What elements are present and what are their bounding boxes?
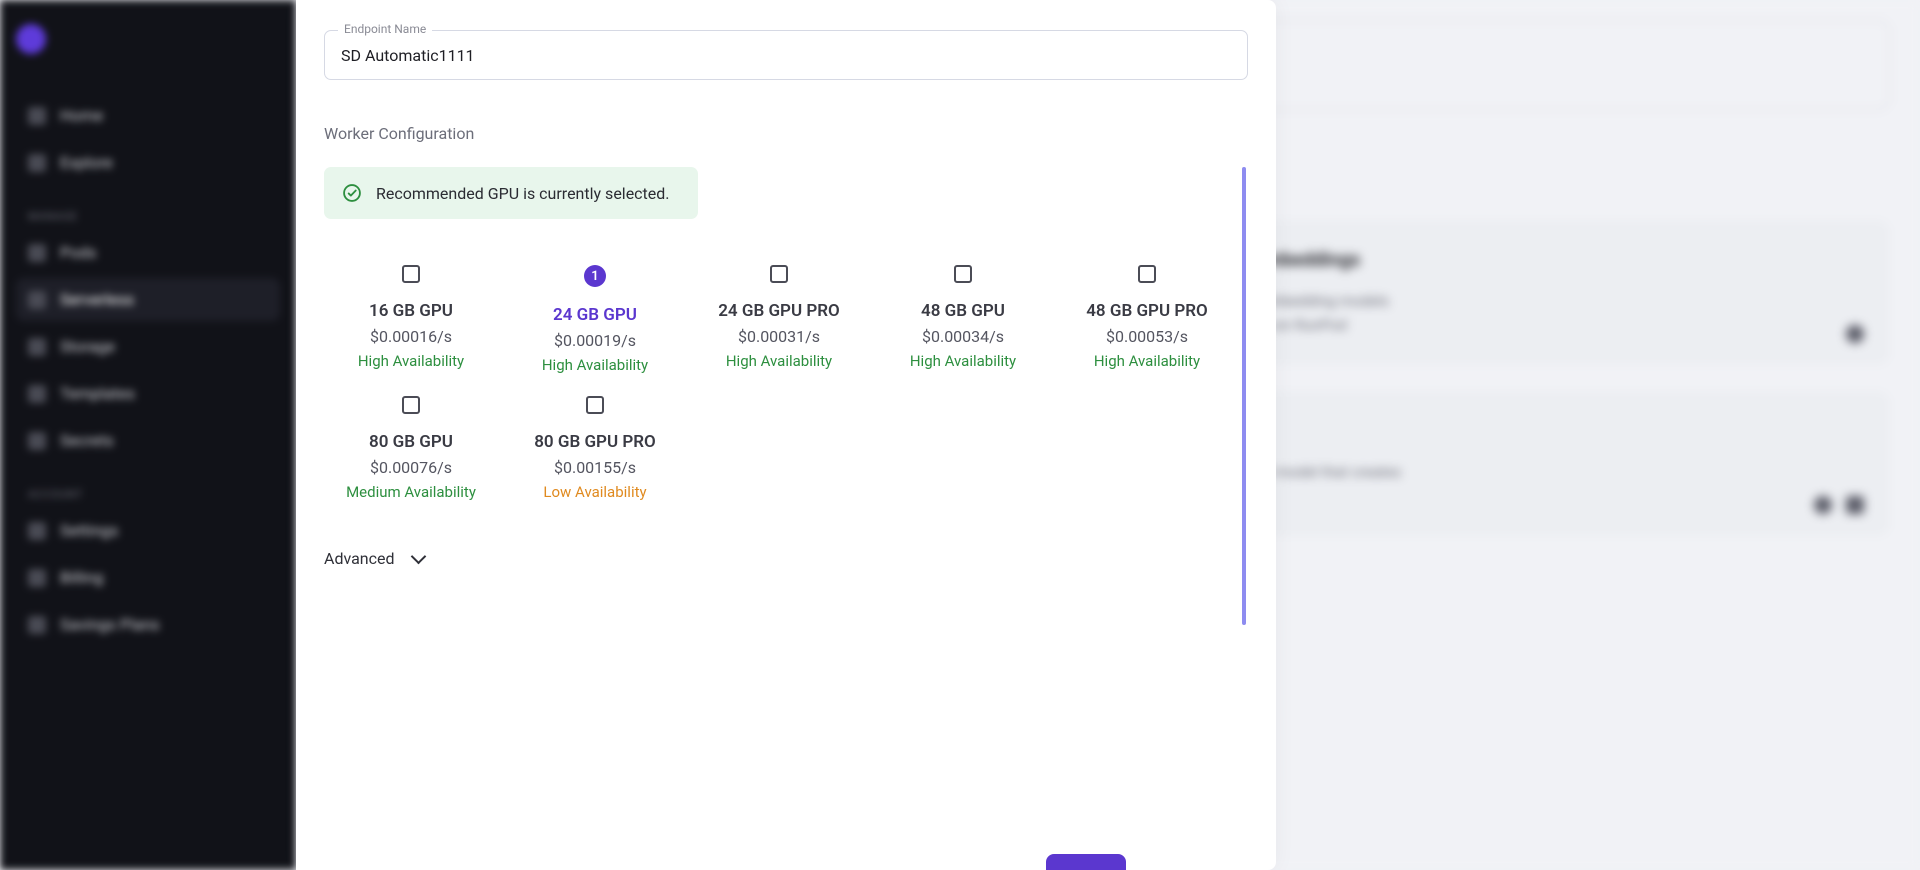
gpu-price: $0.00053/s xyxy=(1064,327,1230,346)
gpu-card[interactable]: 16 GB GPU $0.00016/s High Availability xyxy=(324,259,498,380)
advanced-label: Advanced xyxy=(324,549,395,568)
gpu-price: $0.00019/s xyxy=(512,331,678,350)
endpoint-name-field: Endpoint Name xyxy=(324,30,1248,80)
sidebar-item-label: Serverless xyxy=(60,290,134,309)
bg-card-desc: ge of text-embedding models sing Infinit… xyxy=(1194,289,1862,337)
gpu-price: $0.00034/s xyxy=(880,327,1046,346)
key-icon xyxy=(28,432,46,450)
sidebar-item-savings-plans[interactable]: Savings Plans xyxy=(16,603,280,646)
cloud-icon xyxy=(28,291,46,309)
sidebar-item-home[interactable]: Home xyxy=(16,94,280,137)
endpoint-name-input[interactable] xyxy=(324,30,1248,80)
sidebar-item-billing[interactable]: Billing xyxy=(16,556,280,599)
template-icon xyxy=(28,385,46,403)
worker-config-scroll: Recommended GPU is currently selected. 1… xyxy=(324,167,1248,606)
gpu-price: $0.00016/s xyxy=(328,327,494,346)
sidebar-item-label: Pods xyxy=(60,243,96,262)
gpu-name: 24 GB GPU xyxy=(512,305,678,325)
database-icon xyxy=(28,338,46,356)
gpu-availability: High Availability xyxy=(696,352,862,370)
sidebar-item-serverless[interactable]: Serverless xyxy=(16,278,280,321)
gpu-checkbox[interactable] xyxy=(1138,265,1156,283)
sidebar-item-label: Explore xyxy=(60,153,113,172)
bg-card-title: XL xyxy=(1194,419,1862,442)
card-icon xyxy=(28,569,46,587)
gpu-price: $0.00155/s xyxy=(512,458,678,477)
cube-icon xyxy=(28,244,46,262)
sidebar-item-label: Storage xyxy=(60,337,115,356)
sidebar: Home Explore MANAGE Pods Serverless Stor… xyxy=(0,0,296,870)
recommended-banner: Recommended GPU is currently selected. xyxy=(324,167,698,219)
gpu-name: 80 GB GPU PRO xyxy=(512,432,678,452)
gpu-availability: High Availability xyxy=(328,352,494,370)
compass-icon xyxy=(28,154,46,172)
bg-card-desc: enerative AI model that creates 24 image… xyxy=(1194,460,1862,508)
check-circle-icon xyxy=(342,183,362,203)
sidebar-item-pods[interactable]: Pods xyxy=(16,231,280,274)
bg-card-title: Vector Embeddings xyxy=(1194,248,1862,271)
gpu-availability: High Availability xyxy=(880,352,1046,370)
sidebar-item-label: Settings xyxy=(60,521,118,540)
sidebar-item-settings[interactable]: Settings xyxy=(16,509,280,552)
sidebar-section-account: ACCOUNT xyxy=(16,466,280,509)
sidebar-item-label: Savings Plans xyxy=(60,615,160,634)
gpu-card[interactable]: 24 GB GPU PRO $0.00031/s High Availability xyxy=(692,259,866,380)
gpu-checkbox[interactable] xyxy=(770,265,788,283)
gpu-name: 16 GB GPU xyxy=(328,301,494,321)
gpu-name: 24 GB GPU PRO xyxy=(696,301,862,321)
gpu-name: 80 GB GPU xyxy=(328,432,494,452)
gpu-card[interactable]: 80 GB GPU $0.00076/s Medium Availability xyxy=(324,390,498,507)
gpu-card[interactable]: 80 GB GPU PRO $0.00155/s Low Availability xyxy=(508,390,682,507)
endpoint-name-label: Endpoint Name xyxy=(338,22,432,36)
github-icon xyxy=(1846,325,1864,343)
gpu-checkbox[interactable] xyxy=(586,396,604,414)
gpu-card[interactable]: 48 GB GPU PRO $0.00053/s High Availability xyxy=(1060,259,1234,380)
gpu-checkbox[interactable] xyxy=(402,396,420,414)
gpu-card[interactable]: 48 GB GPU $0.00034/s High Availability xyxy=(876,259,1050,380)
gpu-availability: Medium Availability xyxy=(328,483,494,501)
gear-icon xyxy=(28,522,46,540)
sidebar-item-label: Templates xyxy=(60,384,135,403)
brand-logo xyxy=(16,24,46,54)
sidebar-item-storage[interactable]: Storage xyxy=(16,325,280,368)
sidebar-item-templates[interactable]: Templates xyxy=(16,372,280,415)
gpu-price: $0.00031/s xyxy=(696,327,862,346)
gpu-availability: High Availability xyxy=(512,356,678,374)
endpoint-config-modal: Endpoint Name Worker Configuration Recom… xyxy=(296,0,1276,870)
link-icon xyxy=(1846,496,1864,514)
sidebar-item-label: Home xyxy=(60,106,103,125)
gpu-name: 48 GB GPU xyxy=(880,301,1046,321)
gpu-name: 48 GB GPU PRO xyxy=(1064,301,1230,321)
gpu-selected-badge: 1 xyxy=(584,265,606,287)
gpu-checkbox[interactable] xyxy=(954,265,972,283)
github-icon xyxy=(1814,496,1832,514)
gpu-card[interactable]: 1 24 GB GPU $0.00019/s High Availability xyxy=(508,259,682,380)
sidebar-item-label: Billing xyxy=(60,568,103,587)
sidebar-item-explore[interactable]: Explore xyxy=(16,141,280,184)
banner-text: Recommended GPU is currently selected. xyxy=(376,184,670,203)
scrollbar-thumb[interactable] xyxy=(1242,167,1246,625)
gpu-grid: 16 GB GPU $0.00016/s High Availability 1 24 … xyxy=(324,259,1234,507)
chevron-down-icon xyxy=(410,549,426,565)
sidebar-item-label: Secrets xyxy=(60,431,114,450)
advanced-toggle[interactable]: Advanced xyxy=(324,549,1234,606)
home-icon xyxy=(28,107,46,125)
gpu-checkbox[interactable] xyxy=(402,265,420,283)
gpu-price: $0.00076/s xyxy=(328,458,494,477)
gpu-availability: Low Availability xyxy=(512,483,678,501)
worker-config-title: Worker Configuration xyxy=(324,124,1248,143)
primary-action-button[interactable] xyxy=(1046,854,1126,870)
gpu-availability: High Availability xyxy=(1064,352,1230,370)
sidebar-section-manage: MANAGE xyxy=(16,188,280,231)
sidebar-item-secrets[interactable]: Secrets xyxy=(16,419,280,462)
savings-icon xyxy=(28,616,46,634)
